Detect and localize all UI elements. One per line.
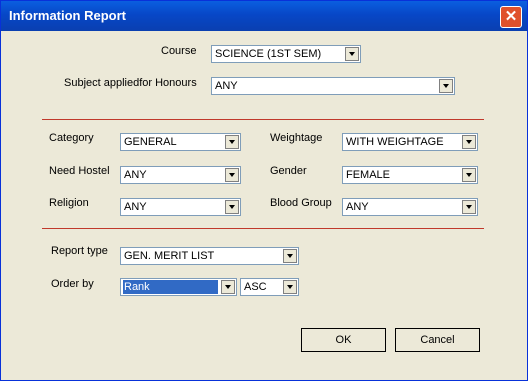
report-type-select[interactable]: GEN. MERIT LIST <box>120 247 299 265</box>
sort-direction-value: ASC <box>244 281 267 293</box>
title-bar[interactable]: Information Report ✕ <box>1 1 527 31</box>
weightage-label: Weightage <box>270 132 323 144</box>
chevron-down-icon[interactable] <box>283 249 297 263</box>
chevron-down-icon[interactable] <box>462 168 476 182</box>
chevron-down-icon[interactable] <box>225 200 239 214</box>
chevron-down-icon[interactable] <box>283 280 297 294</box>
religion-value: ANY <box>124 201 147 213</box>
honours-value: ANY <box>215 80 238 92</box>
chevron-down-icon[interactable] <box>225 135 239 149</box>
category-value: GENERAL <box>124 136 177 148</box>
religion-select[interactable]: ANY <box>120 198 241 216</box>
blood-group-value: ANY <box>346 201 369 213</box>
separator <box>42 228 484 229</box>
chevron-down-icon[interactable] <box>345 47 359 61</box>
report-type-value: GEN. MERIT LIST <box>124 250 215 262</box>
weightage-value: WITH WEIGHTAGE <box>346 136 444 148</box>
close-icon: ✕ <box>504 8 518 25</box>
dialog-body: Course SCIENCE (1ST SEM) Subject applied… <box>4 31 524 377</box>
window-title: Information Report <box>9 8 126 23</box>
chevron-down-icon[interactable] <box>462 200 476 214</box>
ok-button[interactable]: OK <box>301 328 386 352</box>
course-label: Course <box>161 45 197 57</box>
need-hostel-value: ANY <box>124 169 147 181</box>
honours-label: Subject appliedfor Honours <box>64 77 197 89</box>
sort-direction-select[interactable]: ASC <box>240 278 299 296</box>
chevron-down-icon[interactable] <box>462 135 476 149</box>
blood-group-select[interactable]: ANY <box>342 198 478 216</box>
category-select[interactable]: GENERAL <box>120 133 241 151</box>
religion-label: Religion <box>49 197 89 209</box>
category-label: Category <box>49 132 94 144</box>
course-select[interactable]: SCIENCE (1ST SEM) <box>211 45 361 63</box>
gender-value: FEMALE <box>346 169 391 181</box>
chevron-down-icon[interactable] <box>221 280 235 294</box>
chevron-down-icon[interactable] <box>439 79 453 93</box>
chevron-down-icon[interactable] <box>225 168 239 182</box>
close-button[interactable]: ✕ <box>500 6 522 28</box>
order-by-select[interactable]: Rank <box>120 278 237 296</box>
course-value: SCIENCE (1ST SEM) <box>215 48 322 60</box>
gender-label: Gender <box>270 165 307 177</box>
blood-group-label: Blood Group <box>270 197 332 209</box>
honours-select[interactable]: ANY <box>211 77 455 95</box>
need-hostel-label: Need Hostel <box>49 165 110 177</box>
cancel-button[interactable]: Cancel <box>395 328 480 352</box>
order-by-value: Rank <box>123 280 218 294</box>
separator <box>42 119 484 120</box>
gender-select[interactable]: FEMALE <box>342 166 478 184</box>
need-hostel-select[interactable]: ANY <box>120 166 241 184</box>
information-report-window: Information Report ✕ Course SCIENCE (1ST… <box>0 0 528 381</box>
report-type-label: Report type <box>51 245 108 257</box>
order-by-label: Order by <box>51 278 94 290</box>
weightage-select[interactable]: WITH WEIGHTAGE <box>342 133 478 151</box>
